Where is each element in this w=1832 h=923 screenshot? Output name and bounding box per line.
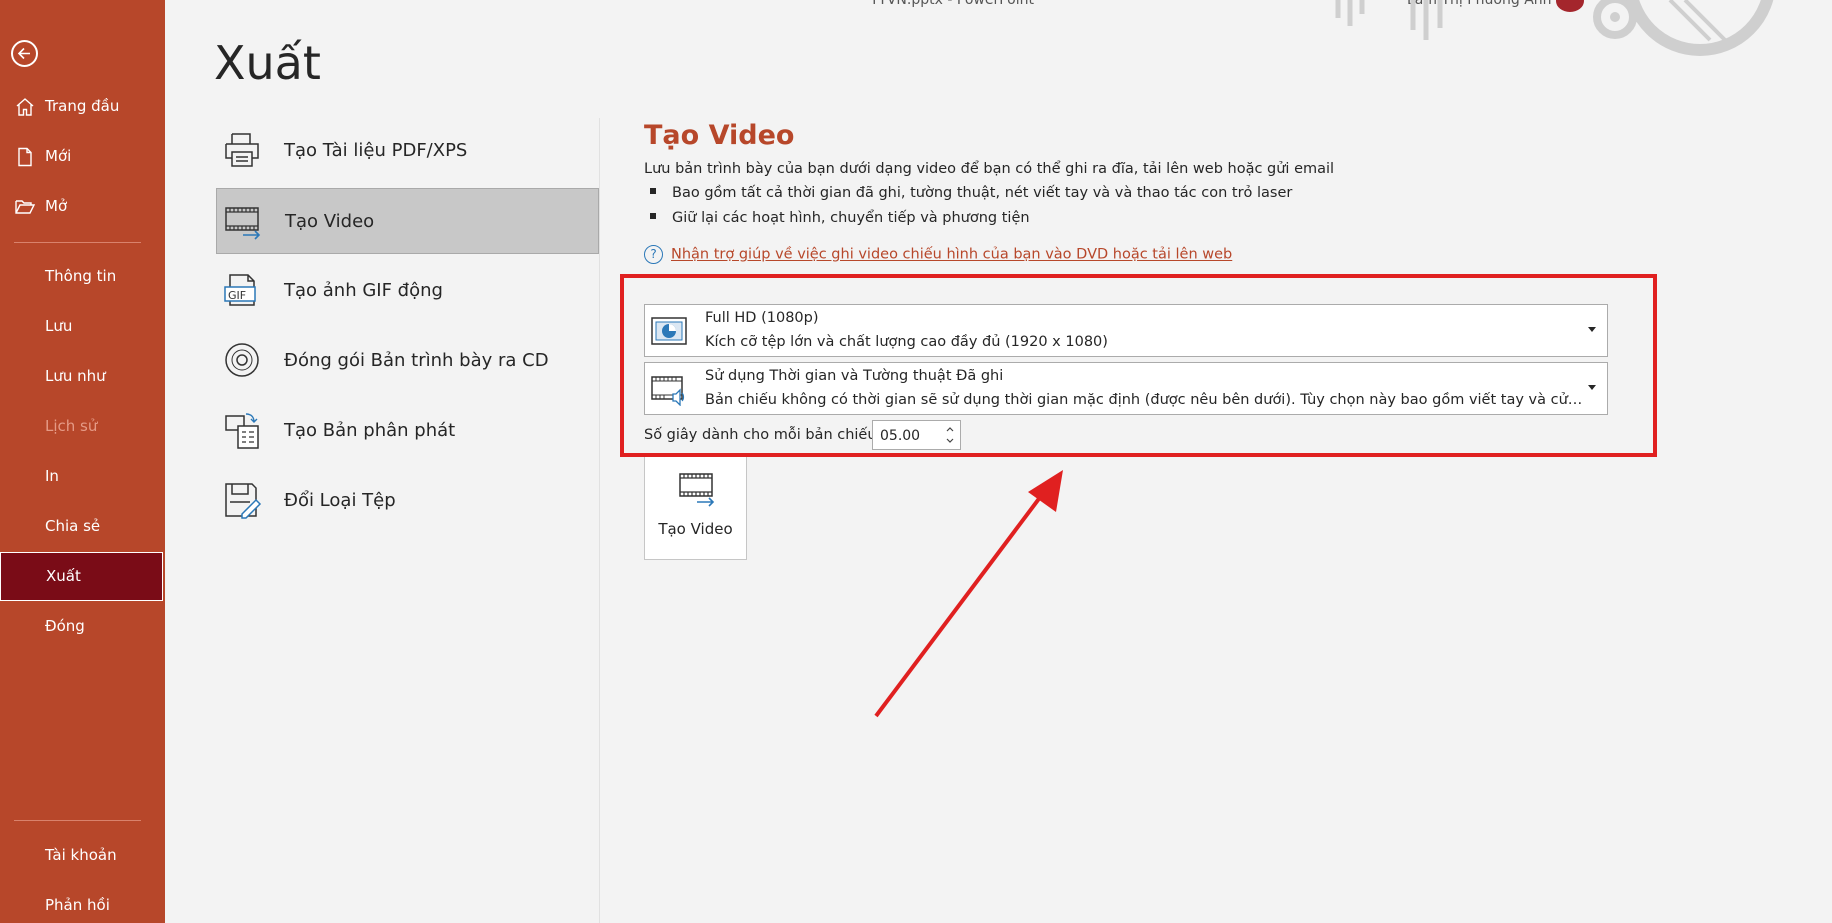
- sidebar-item-feedback[interactable]: Phản hồi: [0, 885, 165, 923]
- bullet-item: Giữ lại các hoạt hình, chuyển tiếp và ph…: [650, 210, 1030, 226]
- quality-subtitle: Kích cỡ tệp lớn và chất lượng cao đầy đủ…: [705, 334, 1108, 350]
- sidebar-item-print[interactable]: In: [0, 456, 165, 498]
- seconds-per-slide-stepper[interactable]: 05.00: [872, 420, 961, 450]
- video-quality-dropdown[interactable]: Full HD (1080p) Kích cỡ tệp lớn và chất …: [644, 304, 1608, 357]
- help-link[interactable]: ? Nhận trợ giúp về việc ghi video chiếu h…: [644, 245, 1232, 264]
- quality-title: Full HD (1080p): [705, 310, 819, 326]
- sidebar-item-save-as[interactable]: Lưu như: [0, 356, 165, 398]
- seconds-per-slide-label: Số giây dành cho mỗi bản chiếu:: [644, 427, 882, 443]
- sidebar-item-label: In: [45, 467, 59, 485]
- sidebar-item-label: Trang đầu: [45, 97, 120, 115]
- new-document-icon: [14, 146, 36, 168]
- page-title: Xuất: [214, 36, 321, 90]
- create-video-button[interactable]: Tạo Video: [644, 454, 747, 560]
- sidebar-item-label: Xuất: [46, 567, 81, 585]
- export-option-label: Tạo Video: [285, 211, 375, 232]
- sidebar-item-label: Lưu: [45, 317, 73, 335]
- create-video-label: Tạo Video: [658, 520, 733, 538]
- video-icon: [225, 207, 261, 240]
- sidebar-item-home[interactable]: Trang đầu: [0, 86, 165, 128]
- presentation-quality-icon: [651, 317, 687, 345]
- bullet-icon: [650, 188, 656, 194]
- timing-subtitle: Bản chiếu không có thời gian sẽ sử dụng …: [705, 392, 1585, 408]
- export-option-label: Đóng gói Bản trình bày ra CD: [284, 350, 549, 371]
- panel-description: Lưu bản trình bày của bạn dưới dạng vide…: [644, 161, 1335, 177]
- sidebar-divider: [14, 820, 141, 821]
- sidebar-item-label: Mở: [45, 197, 68, 215]
- sidebar-item-share[interactable]: Chia sẻ: [0, 506, 165, 548]
- sidebar-item-info[interactable]: Thông tin: [0, 256, 165, 298]
- sidebar-item-label: Đóng: [45, 617, 85, 635]
- timing-dropdown[interactable]: Sử dụng Thời gian và Tường thuật Đã ghi …: [644, 362, 1608, 415]
- bullet-item: Bao gồm tất cả thời gian đã ghi, tường t…: [650, 185, 1292, 201]
- sidebar-item-open[interactable]: Mở: [0, 186, 165, 228]
- export-option-label: Đổi Loại Tệp: [284, 490, 396, 511]
- export-option-label: Tạo Tài liệu PDF/XPS: [284, 140, 468, 161]
- video-icon: [679, 473, 715, 507]
- home-icon: [14, 96, 36, 118]
- sidebar-item-history: Lịch sử: [0, 406, 165, 448]
- sidebar-item-close[interactable]: Đóng: [0, 606, 165, 648]
- backstage-decoration: [1335, 0, 1774, 56]
- cd-icon: [225, 343, 259, 377]
- sidebar-item-account[interactable]: Tài khoản: [0, 835, 165, 877]
- help-icon: ?: [644, 245, 663, 264]
- sidebar-item-label: Lưu như: [45, 367, 106, 385]
- sidebar-item-label: Thông tin: [45, 267, 117, 285]
- change-file-type-icon: [225, 483, 262, 519]
- seconds-value: 05.00: [880, 428, 921, 444]
- export-option-label: Tạo Bản phân phát: [284, 420, 456, 441]
- export-option-handouts[interactable]: Tạo Bản phân phát: [216, 398, 599, 464]
- svg-text:GIF: GIF: [228, 289, 246, 302]
- timing-narration-icon: [651, 376, 685, 406]
- backstage-sidebar: Trang đầu Mới Mở Thông tin Lưu Lưu như L…: [0, 0, 165, 923]
- sidebar-item-save[interactable]: Lưu: [0, 306, 165, 348]
- chevron-down-icon: [1588, 327, 1596, 332]
- handout-icon: [225, 413, 259, 449]
- sidebar-item-export[interactable]: Xuất: [0, 552, 163, 601]
- export-option-label: Tạo ảnh GIF động: [284, 280, 443, 301]
- sidebar-item-label: Mới: [45, 147, 72, 165]
- export-option-package-cd[interactable]: Đóng gói Bản trình bày ra CD: [216, 328, 599, 394]
- export-option-change-file-type[interactable]: Đổi Loại Tệp: [216, 468, 599, 534]
- gif-icon: GIF: [224, 274, 256, 306]
- back-arrow-icon: [17, 47, 30, 60]
- bullet-icon: [650, 213, 656, 219]
- timing-title: Sử dụng Thời gian và Tường thuật Đã ghi: [705, 368, 1004, 384]
- export-option-create-gif[interactable]: GIF Tạo ảnh GIF động: [216, 258, 599, 324]
- spinner-arrows-icon: [946, 427, 954, 443]
- pdf-document-icon: [225, 133, 259, 167]
- spinner-buttons[interactable]: [944, 423, 956, 447]
- panel-divider: [599, 118, 600, 923]
- panel-title: Tạo Video: [644, 120, 795, 151]
- sidebar-item-label: Phản hồi: [45, 896, 110, 914]
- sidebar-item-label: Lịch sử: [45, 417, 98, 435]
- sidebar-item-label: Tài khoản: [45, 846, 117, 864]
- sidebar-item-label: Chia sẻ: [45, 517, 101, 535]
- back-button[interactable]: [11, 40, 38, 67]
- export-option-pdf-xps[interactable]: Tạo Tài liệu PDF/XPS: [216, 118, 599, 184]
- sidebar-item-new[interactable]: Mới: [0, 136, 165, 178]
- chevron-down-icon: [1588, 385, 1596, 390]
- export-option-create-video[interactable]: Tạo Video: [216, 188, 599, 254]
- sidebar-divider: [14, 242, 141, 243]
- folder-open-icon: [14, 196, 36, 218]
- window-title: TTVN.pptx - PowerPoint: [870, 0, 1034, 8]
